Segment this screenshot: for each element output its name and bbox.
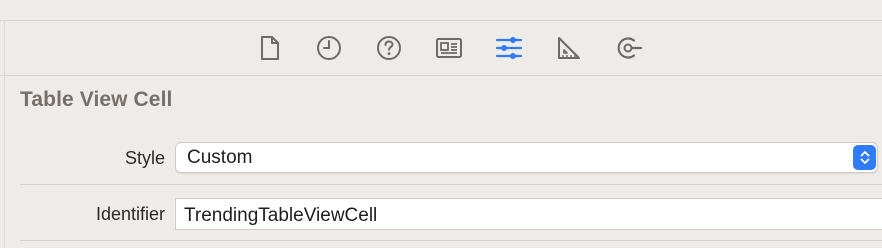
identifier-field[interactable]: [175, 198, 882, 230]
connections-inspector-icon: [617, 37, 643, 59]
tab-size-inspector[interactable]: [555, 34, 583, 62]
tab-history-inspector[interactable]: [315, 34, 343, 62]
popup-stepper[interactable]: [853, 145, 876, 170]
tab-identity-inspector[interactable]: [435, 34, 463, 62]
style-label: Style: [124, 148, 165, 168]
row-divider-bottom: [20, 240, 882, 241]
quick-help-icon: [377, 36, 401, 60]
style-popup-button[interactable]: Custom: [175, 142, 878, 173]
section-title: Table View Cell: [20, 88, 173, 111]
file-inspector-icon: [261, 36, 279, 60]
size-inspector-icon: [558, 37, 580, 59]
chevron-up-down-icon: [860, 151, 869, 164]
tab-file-inspector[interactable]: [256, 34, 284, 62]
identifier-label: Identifier: [95, 204, 165, 224]
top-toolbar-strip: [0, 0, 882, 21]
tab-attributes-inspector[interactable]: [495, 34, 523, 62]
attributes-inspector-icon: [495, 37, 523, 59]
inspector-tab-bar: [0, 21, 882, 76]
tab-connections-inspector[interactable]: [615, 34, 643, 62]
history-inspector-icon: [317, 36, 341, 60]
attributes-inspector-panel: Table View Cell Style Custom Identifier: [0, 0, 882, 248]
tab-quick-help[interactable]: [375, 34, 403, 62]
row-divider: [20, 184, 882, 185]
identity-inspector-icon: [436, 38, 462, 58]
style-popup-value: Custom: [187, 147, 253, 168]
